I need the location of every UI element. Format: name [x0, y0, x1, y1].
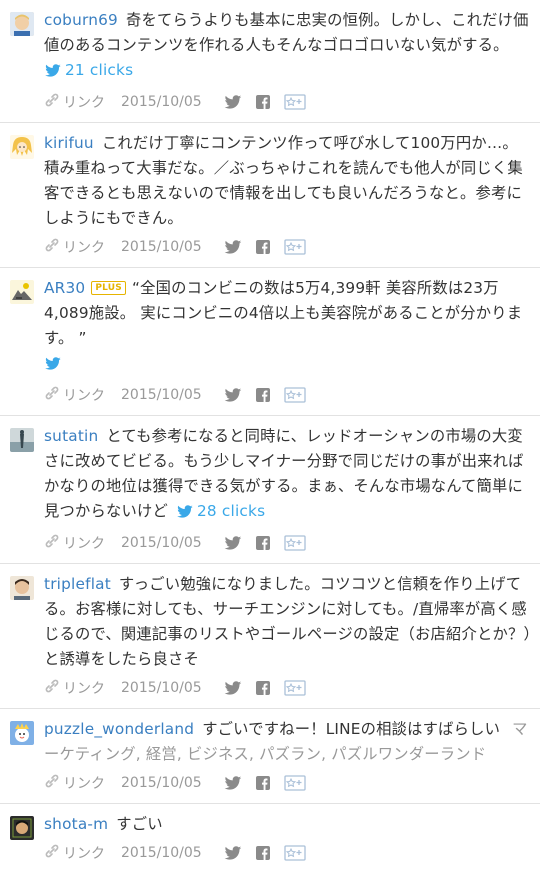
facebook-icon[interactable] [255, 240, 270, 254]
comment-item: AR30 PLUS “全国のコンビニの数は5万4,399軒 美容所数は23万4,08… [0, 268, 540, 416]
comment-item: puzzle_wonderland すごいですねー！LINEの相談はすばらしい マー… [0, 709, 540, 804]
comment-text: すごいですねー！LINEの相談はすばらしい [202, 720, 501, 738]
link-label: リンク [63, 536, 105, 552]
avatar[interactable] [10, 280, 34, 304]
comment-date: 2015/10/05 [121, 387, 202, 403]
comment-item: coburn69 奇をてらうよりも基本に忠実の恒例。しかし、これだけ価値のあるコン… [0, 0, 540, 123]
comment-meta: リンク 2015/10/05 [44, 676, 532, 700]
twitter-bird-icon[interactable] [44, 354, 62, 379]
permalink[interactable]: リンク [44, 533, 105, 553]
facebook-icon[interactable] [255, 388, 270, 402]
link-icon [44, 93, 63, 111]
tweet-icon[interactable] [224, 94, 242, 110]
comment-username[interactable]: AR30 [44, 279, 85, 297]
link-label: リンク [63, 846, 105, 862]
facebook-icon[interactable] [255, 536, 270, 550]
plus-badge: PLUS [91, 281, 126, 295]
comment-date: 2015/10/05 [121, 94, 202, 110]
comment-body: coburn69 奇をてらうよりも基本に忠実の恒例。しかし、これだけ価値のあるコン… [44, 8, 532, 86]
link-icon [44, 844, 63, 862]
add-bookmark-icon[interactable] [284, 775, 306, 791]
twitter-bird-icon [44, 61, 62, 86]
click-count[interactable]: 21 clicks [65, 61, 133, 79]
link-label: リンク [63, 388, 105, 404]
comment-username[interactable]: sutatin [44, 427, 98, 445]
permalink[interactable]: リンク [44, 678, 105, 698]
comment-date: 2015/10/05 [121, 535, 202, 551]
permalink[interactable]: リンク [44, 773, 105, 793]
add-bookmark-icon[interactable] [284, 535, 306, 551]
comment-text: すっごい勉強になりました。コツコツと信頼を作り上げてる。お客様に対しても、サーチ… [44, 575, 532, 668]
link-icon [44, 238, 63, 256]
comment-username[interactable]: shota-m [44, 815, 108, 833]
comment-username[interactable]: kirifuu [44, 134, 94, 152]
tweet-icon[interactable] [224, 775, 242, 791]
click-count[interactable]: 28 clicks [197, 502, 265, 520]
twitter-bird-icon [176, 502, 194, 527]
comment-meta: リンク 2015/10/05 [44, 383, 532, 407]
comment-date: 2015/10/05 [121, 845, 202, 861]
tweet-icon[interactable] [224, 845, 242, 861]
add-bookmark-icon[interactable] [284, 845, 306, 861]
comment-item: tripleflat すっごい勉強になりました。コツコツと信頼を作り上げてる。お客… [0, 564, 540, 709]
avatar[interactable] [10, 816, 34, 840]
tweet-icon[interactable] [224, 239, 242, 255]
comment-date: 2015/10/05 [121, 239, 202, 255]
facebook-icon[interactable] [255, 95, 270, 109]
tweet-icon[interactable] [224, 680, 242, 696]
permalink[interactable]: リンク [44, 385, 105, 405]
link-icon [44, 679, 63, 697]
comment-body: shota-m すごい [44, 812, 532, 837]
link-label: リンク [63, 776, 105, 792]
comment-body: kirifuu これだけ丁寧にコンテンツ作って呼び水して100万円か…。積み重ねっ… [44, 131, 532, 231]
comment-meta: リンク 2015/10/05 [44, 841, 532, 865]
comment-username[interactable]: tripleflat [44, 575, 111, 593]
link-icon [44, 386, 63, 404]
permalink[interactable]: リンク [44, 237, 105, 257]
comment-item: shota-m すごい リンク 2015/10/05 [0, 804, 540, 873]
comment-meta: リンク 2015/10/05 [44, 90, 532, 114]
add-bookmark-icon[interactable] [284, 239, 306, 255]
avatar[interactable] [10, 428, 34, 452]
facebook-icon[interactable] [255, 681, 270, 695]
comment-text: すごい [116, 815, 163, 833]
comment-meta: リンク 2015/10/05 [44, 235, 532, 259]
avatar[interactable] [10, 576, 34, 600]
comment-list: coburn69 奇をてらうよりも基本に忠実の恒例。しかし、これだけ価値のあるコン… [0, 0, 540, 873]
link-label: リンク [63, 95, 105, 111]
tweet-icon[interactable] [224, 535, 242, 551]
add-bookmark-icon[interactable] [284, 680, 306, 696]
link-label: リンク [63, 681, 105, 697]
link-icon [44, 534, 63, 552]
link-label: リンク [63, 240, 105, 256]
add-bookmark-icon[interactable] [284, 94, 306, 110]
comment-username[interactable]: puzzle_wonderland [44, 720, 194, 738]
comment-body: puzzle_wonderland すごいですねー！LINEの相談はすばらしい マー… [44, 717, 532, 767]
permalink[interactable]: リンク [44, 843, 105, 863]
avatar[interactable] [10, 721, 34, 745]
facebook-icon[interactable] [255, 846, 270, 860]
tweet-icon[interactable] [224, 387, 242, 403]
avatar[interactable] [10, 12, 34, 36]
facebook-icon[interactable] [255, 776, 270, 790]
comment-text: これだけ丁寧にコンテンツ作って呼び水して100万円か…。積み重ねって大事だな。／… [44, 134, 523, 227]
comment-meta: リンク 2015/10/05 [44, 531, 532, 555]
comment-item: kirifuu これだけ丁寧にコンテンツ作って呼び水して100万円か…。積み重ねっ… [0, 123, 540, 268]
comment-date: 2015/10/05 [121, 775, 202, 791]
comment-username[interactable]: coburn69 [44, 11, 118, 29]
comment-item: sutatin とても参考になると同時に、レッドオーシャンの市場の大変さに改めてビ… [0, 416, 540, 564]
permalink[interactable]: リンク [44, 92, 105, 112]
comment-body: AR30 PLUS “全国のコンビニの数は5万4,399軒 美容所数は23万4,08… [44, 276, 532, 379]
comment-body: sutatin とても参考になると同時に、レッドオーシャンの市場の大変さに改めてビ… [44, 424, 532, 527]
avatar[interactable] [10, 135, 34, 159]
comment-body: tripleflat すっごい勉強になりました。コツコツと信頼を作り上げてる。お客… [44, 572, 532, 672]
comment-text: とても参考になると同時に、レッドオーシャンの市場の大変さに改めてビビる。もう少し… [44, 427, 524, 520]
comment-meta: リンク 2015/10/05 [44, 771, 532, 795]
link-icon [44, 774, 63, 792]
add-bookmark-icon[interactable] [284, 387, 306, 403]
comment-date: 2015/10/05 [121, 680, 202, 696]
